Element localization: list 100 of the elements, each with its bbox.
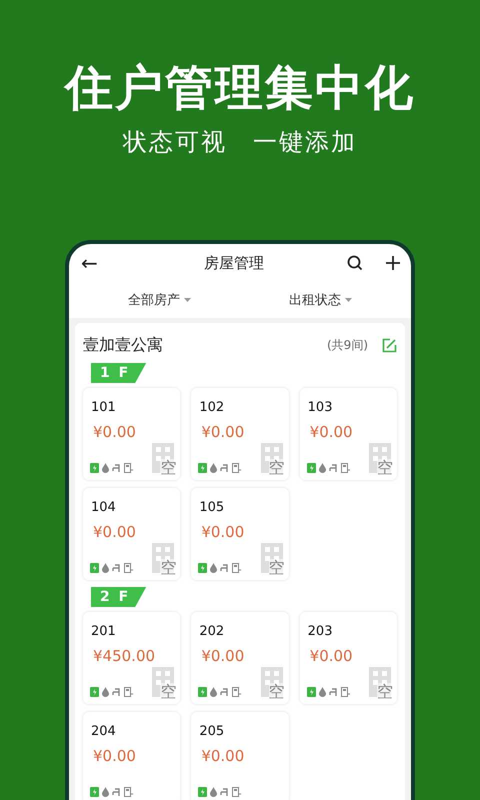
- meter-icon: [340, 463, 350, 473]
- electricity-icon: [198, 787, 208, 797]
- faucet-icon: [112, 688, 121, 696]
- electricity-icon: [90, 463, 99, 473]
- water-drop-icon: [102, 463, 109, 473]
- water-drop-icon: [210, 463, 218, 473]
- meter-icon: [232, 687, 242, 697]
- edit-icon[interactable]: [382, 338, 397, 352]
- headline: 住户管理集中化: [65, 59, 415, 118]
- room-rent: ¥0.00: [310, 423, 353, 441]
- faucet-icon: [328, 464, 338, 472]
- building-icon: [369, 667, 391, 697]
- room-number: 101: [91, 400, 116, 415]
- room-number: 203: [308, 624, 332, 639]
- room-rent: ¥0.00: [201, 647, 244, 665]
- water-drop-icon: [318, 463, 326, 473]
- electricity-icon: [198, 563, 208, 573]
- faucet-icon: [328, 688, 338, 696]
- room-card[interactable]: 103 ¥0.00 空: [300, 388, 397, 480]
- filter-dropdown[interactable]: 全部房产: [128, 291, 191, 309]
- building-icon: [260, 543, 283, 573]
- water-drop-icon: [210, 687, 218, 697]
- water-drop-icon: [210, 563, 218, 573]
- vacancy-status: 空: [268, 683, 285, 701]
- faucet-icon: [112, 464, 121, 472]
- room-card[interactable]: 205 ¥0.00: [191, 712, 289, 800]
- meter-icon: [124, 787, 133, 797]
- electricity-icon: [198, 687, 208, 697]
- property-name: 壹加壹公寓: [83, 334, 164, 356]
- meter-icon: [124, 563, 133, 573]
- vacancy-status: 空: [160, 459, 176, 477]
- meter-icon: [340, 687, 350, 697]
- water-drop-icon: [102, 787, 109, 797]
- caret-icon: [345, 298, 352, 302]
- subheadline: 状态可视 一键添加: [123, 127, 357, 158]
- faucet-icon: [220, 688, 230, 696]
- building-icon: [152, 667, 174, 697]
- room-number: 202: [199, 624, 224, 639]
- building-icon: [152, 543, 174, 573]
- room-card[interactable]: 105 ¥0.00 空: [191, 488, 289, 580]
- room-number: 105: [199, 500, 224, 515]
- room-rent: ¥0.00: [310, 647, 353, 665]
- vacancy-status: 空: [160, 559, 176, 577]
- water-drop-icon: [318, 687, 326, 697]
- vacancy-status: 空: [377, 459, 393, 477]
- room-number: 103: [308, 400, 332, 415]
- water-drop-icon: [102, 687, 109, 697]
- room-card[interactable]: 101 ¥0.00 空: [83, 388, 180, 480]
- faucet-icon: [220, 788, 230, 796]
- room-card[interactable]: 204 ¥0.00: [83, 712, 180, 800]
- water-drop-icon: [210, 787, 218, 797]
- meter-icon: [232, 463, 242, 473]
- room-card[interactable]: 102 ¥0.00 空: [191, 388, 289, 480]
- vacancy-status: 空: [268, 459, 285, 477]
- building-icon: [260, 667, 283, 697]
- add-icon[interactable]: [385, 255, 401, 271]
- room-card[interactable]: 104 ¥0.00 空: [83, 488, 180, 580]
- room-number: 104: [91, 500, 116, 515]
- screen-title: 房屋管理: [203, 254, 265, 272]
- back-button[interactable]: ←: [81, 251, 121, 275]
- meter-icon: [124, 687, 133, 697]
- room-rent: ¥0.00: [201, 747, 244, 765]
- room-card[interactable]: 201 ¥450.00 空: [83, 612, 180, 704]
- room-rent: ¥0.00: [201, 523, 244, 541]
- vacancy-status: 空: [377, 683, 393, 701]
- room-number: 201: [91, 624, 116, 639]
- faucet-icon: [220, 564, 230, 572]
- electricity-icon: [90, 563, 99, 573]
- meter-icon: [124, 463, 133, 473]
- room-count: (共9间): [327, 336, 368, 354]
- room-number: 204: [91, 724, 116, 739]
- search-icon[interactable]: [347, 255, 363, 271]
- electricity-icon: [306, 463, 316, 473]
- electricity-icon: [306, 687, 316, 697]
- water-drop-icon: [102, 563, 109, 573]
- faucet-icon: [112, 788, 121, 796]
- vacancy-status: 空: [268, 559, 285, 577]
- room-number: 102: [199, 400, 224, 415]
- room-rent: ¥0.00: [93, 423, 136, 441]
- room-rent: ¥0.00: [201, 423, 244, 441]
- room-number: 205: [199, 724, 224, 739]
- room-card[interactable]: 203 ¥0.00 空: [300, 612, 397, 704]
- faucet-icon: [112, 564, 121, 572]
- room-rent: ¥0.00: [93, 523, 136, 541]
- electricity-icon: [90, 687, 99, 697]
- filter-dropdown[interactable]: 出租状态: [289, 291, 352, 309]
- building-icon: [152, 443, 174, 473]
- room-rent: ¥0.00: [93, 747, 136, 765]
- electricity-icon: [90, 787, 99, 797]
- room-card[interactable]: 202 ¥0.00 空: [191, 612, 289, 704]
- room-rent: ¥450.00: [93, 647, 156, 665]
- floor-tag: 1 F: [91, 363, 146, 383]
- vacancy-status: 空: [160, 683, 176, 701]
- faucet-icon: [220, 464, 230, 472]
- electricity-icon: [198, 463, 208, 473]
- building-icon: [369, 443, 391, 473]
- meter-icon: [232, 563, 242, 573]
- building-icon: [260, 443, 283, 473]
- meter-icon: [232, 787, 242, 797]
- caret-icon: [184, 298, 191, 302]
